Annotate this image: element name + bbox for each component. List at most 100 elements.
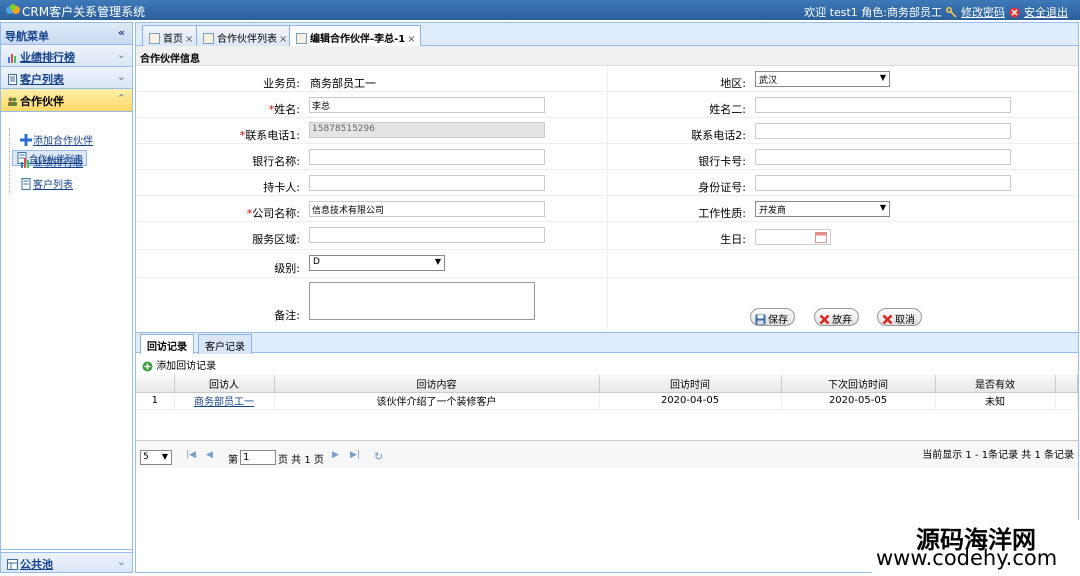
sidebar-item-customer-list[interactable]: 客户列表 — [10, 172, 125, 194]
service-area-label: 服务区域: — [252, 233, 300, 246]
row-number: 1 — [136, 392, 175, 410]
column-header[interactable]: 下次回访时间 — [781, 375, 936, 393]
work-type-label: 工作性质: — [698, 207, 746, 220]
watermark: 源码海洋网 www.codehy.com — [872, 520, 1080, 576]
app-logo-icon — [6, 4, 20, 14]
card-holder-label: 持卡人: — [263, 181, 300, 194]
tab-bar: 首页 × 合作伙伴列表 × 编辑合作伙伴-李总-1 × — [135, 22, 1079, 48]
sidebar-section-partners[interactable]: 合作伙伴 ⌃ — [1, 89, 132, 112]
save-button[interactable]: 保存 — [750, 308, 795, 326]
group-icon — [8, 97, 17, 106]
welcome-text: 欢迎 test1 角色:商务部员工 — [804, 6, 942, 19]
logout-icon — [1009, 7, 1020, 17]
pagination-bar: 5 ▼ |◀ ◀ 第 1 页 共 1 页 ▶ ▶| ↻ 当前显示 1 - 1条记录… — [136, 440, 1078, 468]
bank-card-label: 银行卡号: — [698, 155, 746, 168]
bank-name-field[interactable] — [309, 149, 545, 165]
x-icon — [882, 314, 893, 325]
close-icon[interactable]: × — [185, 34, 193, 45]
grid-icon — [7, 559, 18, 570]
dropdown-arrow-icon: ▼ — [161, 452, 168, 461]
close-icon[interactable]: × — [279, 34, 287, 45]
add-icon — [20, 134, 32, 146]
document-icon — [8, 74, 17, 85]
tab-customer-records[interactable]: 客户记录 — [198, 334, 252, 354]
add-circle-icon — [142, 361, 153, 371]
card-holder-field[interactable] — [309, 175, 545, 191]
tab-edit-partner[interactable]: 编辑合作伙伴-李总-1 × — [289, 25, 421, 48]
page-size-select[interactable]: 5 ▼ — [140, 450, 172, 465]
change-password-link[interactable]: 修改密码 — [961, 4, 1005, 20]
name2-field[interactable] — [755, 97, 1011, 113]
top-bar: CRM客户关系管理系统 欢迎 test1 角色:商务部员工 修改密码 安全退出 — [0, 0, 1080, 20]
sidebar-item-add-partner[interactable]: 添加合作伙伴 — [10, 128, 125, 150]
page-total: 页 共 1 页 — [278, 455, 324, 466]
chevron-down-icon[interactable]: ⌄ — [117, 70, 126, 83]
first-page-icon[interactable]: |◀ — [186, 450, 196, 460]
page-prefix: 第 — [228, 455, 238, 466]
column-header[interactable]: 是否有效 — [935, 375, 1056, 393]
level-label: 级别: — [274, 262, 300, 275]
logout-link[interactable]: 安全退出 — [1024, 4, 1068, 20]
add-visit-button[interactable]: 添加回访记录 — [142, 361, 216, 372]
collapse-sidebar-icon[interactable]: « — [118, 26, 125, 39]
company-field[interactable]: 信息技术有限公司 — [309, 201, 545, 217]
sidebar-section-customers[interactable]: 客户列表 ⌄ — [1, 67, 132, 89]
name-label: *姓名: — [268, 103, 300, 116]
visitor-link[interactable]: 商务部员工一 — [194, 397, 254, 408]
save-icon — [755, 314, 766, 325]
calendar-icon[interactable] — [815, 231, 827, 243]
tab-home[interactable]: 首页 × — [142, 25, 199, 47]
next-page-icon[interactable]: ▶ — [332, 450, 339, 460]
visit-content: 该伙伴介绍了一个装修客户 — [274, 392, 600, 410]
work-type-select[interactable]: 开发商 ▼ — [755, 201, 890, 217]
last-page-icon[interactable]: ▶| — [350, 450, 360, 460]
id-no-field[interactable] — [755, 175, 1011, 191]
close-icon[interactable]: × — [407, 34, 415, 45]
phone2-field[interactable] — [755, 123, 1011, 139]
dropdown-arrow-icon: ▼ — [434, 257, 441, 266]
service-area-field[interactable] — [309, 227, 545, 243]
chevron-down-icon[interactable]: ⌄ — [117, 48, 126, 61]
name2-label: 姓名二: — [709, 103, 746, 116]
phone1-field[interactable]: 15878515296 — [309, 122, 545, 138]
x-icon — [819, 314, 830, 325]
sidebar-header: 导航菜单 « — [1, 23, 132, 45]
watermark-line2: www.codehy.com — [876, 546, 1058, 570]
abandon-button[interactable]: 放弃 — [814, 308, 859, 326]
level-select[interactable]: D ▼ — [309, 255, 445, 271]
visit-grid: 回访人 回访内容 回访时间 下次回访时间 是否有效 1 商务部员工一 该伙伴介绍… — [136, 375, 1078, 410]
sidebar-item-ranking[interactable]: 业绩排行版 — [10, 150, 125, 172]
remark-textarea[interactable] — [309, 282, 535, 320]
column-header[interactable]: 回访内容 — [274, 375, 600, 393]
page-icon — [149, 33, 160, 44]
page-number-input[interactable]: 1 — [240, 450, 276, 465]
record-tabs: 回访记录 客户记录 — [136, 332, 1078, 354]
tab-visit-records[interactable]: 回访记录 — [140, 334, 194, 354]
tab-partner-list[interactable]: 合作伙伴列表 × — [196, 25, 293, 47]
bar-chart-icon — [21, 158, 29, 168]
column-header[interactable]: 回访人 — [174, 375, 275, 393]
edit-partner-panel: 合作伙伴信息 业务员: 商务部员工一 地区: 武汉 ▼ *姓名: 李总 姓名二: … — [135, 46, 1079, 573]
region-select[interactable]: 武汉 ▼ — [755, 71, 890, 87]
bank-name-label: 银行名称: — [252, 155, 300, 168]
table-row[interactable]: 1 商务部员工一 该伙伴介绍了一个装修客户 2020-04-05 2020-05… — [136, 392, 1078, 410]
sidebar-section-public-pool[interactable]: 公共池 ⌄ — [1, 552, 132, 572]
id-no-label: 身份证号: — [698, 181, 746, 194]
column-header[interactable]: 回访时间 — [599, 375, 782, 393]
chevron-up-icon[interactable]: ⌃ — [117, 92, 126, 105]
salesman-value: 商务部员工一 — [310, 77, 376, 90]
next-visit-time: 2020-05-05 — [781, 392, 936, 410]
chevron-down-icon[interactable]: ⌄ — [117, 555, 126, 568]
name-field[interactable]: 李总 — [309, 97, 545, 113]
partner-form: 业务员: 商务部员工一 地区: 武汉 ▼ *姓名: 李总 姓名二: *联系电话1:… — [136, 66, 1078, 330]
sidebar: 导航菜单 « 业绩排行榜 ⌄ 客户列表 ⌄ 合作伙伴 ⌃ 添加合作伙伴 合作伙伴… — [0, 22, 133, 573]
refresh-icon[interactable]: ↻ — [374, 450, 383, 463]
phone1-label: *联系电话1: — [239, 129, 300, 142]
phone2-label: 联系电话2: — [691, 129, 746, 142]
sidebar-section-ranking[interactable]: 业绩排行榜 ⌄ — [1, 45, 132, 67]
cancel-button[interactable]: 取消 — [877, 308, 922, 326]
prev-page-icon[interactable]: ◀ — [206, 450, 213, 460]
bank-card-field[interactable] — [755, 149, 1011, 165]
page-icon — [203, 33, 214, 44]
region-label: 地区: — [720, 77, 746, 90]
